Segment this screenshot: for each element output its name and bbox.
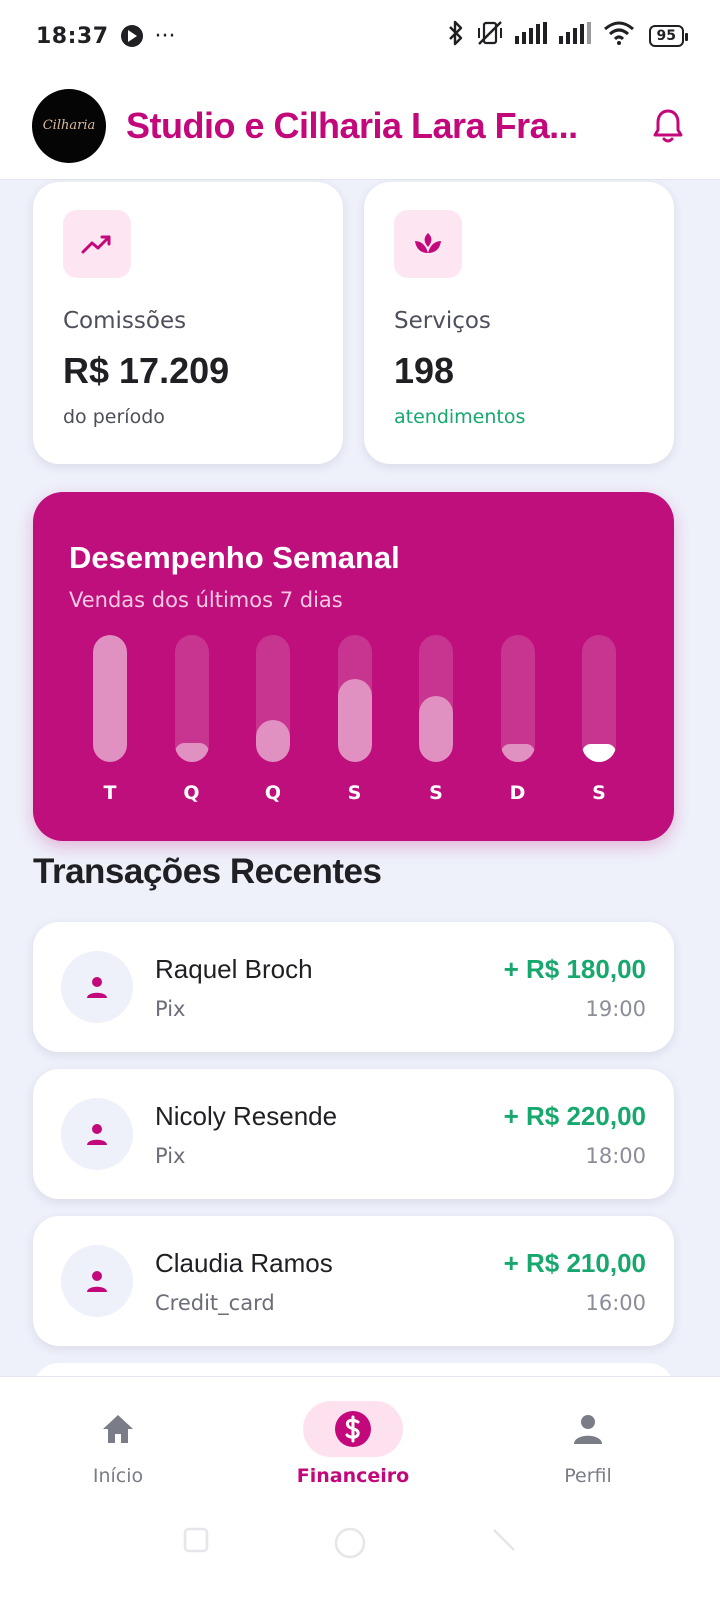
chart-day-label: T xyxy=(103,782,117,804)
chart-subtitle: Vendas dos últimos 7 dias xyxy=(69,588,343,612)
transaction-amount: + R$ 180,00 xyxy=(503,953,646,984)
person-icon xyxy=(61,951,133,1023)
status-time: 18:37 xyxy=(36,23,109,49)
chart-bar-fill xyxy=(174,743,209,762)
business-logo[interactable]: Cilharia xyxy=(32,88,106,163)
spa-icon xyxy=(394,210,462,278)
transaction-amount: + R$ 210,00 xyxy=(503,1247,646,1278)
transaction-client-name: Nicoly Resende xyxy=(155,1100,338,1131)
nav-item-financeiro[interactable]: Financeiro xyxy=(273,1401,433,1501)
chart-bar-2: Q xyxy=(256,635,290,825)
nav-label: Financeiro xyxy=(296,1465,410,1487)
transaction-amount: + R$ 220,00 xyxy=(503,1100,646,1131)
chart-day-label: S xyxy=(429,782,443,804)
transaction-time: 18:00 xyxy=(585,1143,646,1168)
back-icon[interactable] xyxy=(490,1526,518,1554)
transaction-payment-method: Pix xyxy=(155,996,186,1021)
chart-bars: TQQSSDS xyxy=(93,635,653,825)
stat-subtext: do período xyxy=(63,406,165,428)
commissions-card[interactable]: Comissões R$ 17.209 do período xyxy=(33,182,343,464)
vibrate-off-icon xyxy=(475,20,505,52)
nav-label: Perfil xyxy=(564,1465,612,1487)
weekly-performance-chart: Desempenho Semanal Vendas dos últimos 7 … xyxy=(33,492,674,841)
chart-bar-track xyxy=(582,635,616,762)
chart-bar-fill xyxy=(582,744,616,762)
stat-label: Comissões xyxy=(63,308,187,334)
chart-day-label: S xyxy=(347,782,362,804)
services-card[interactable]: Serviços 198 atendimentos xyxy=(364,182,674,464)
chart-bar-4: S xyxy=(419,635,453,825)
media-playing-icon xyxy=(120,25,143,47)
chart-bar-track xyxy=(174,635,209,762)
chart-bar-6: S xyxy=(582,635,616,825)
dollar-icon xyxy=(303,1401,403,1457)
person-icon xyxy=(61,1245,133,1317)
recent-transactions-title: Transações Recentes xyxy=(33,852,382,891)
signal-icon xyxy=(514,22,549,50)
recents-icon[interactable] xyxy=(182,1526,210,1554)
more-notifications-icon: ··· xyxy=(154,23,176,49)
app-header: Cilharia Studio e Cilharia Lara Fra... xyxy=(0,72,720,180)
nav-item-perfil[interactable]: Perfil xyxy=(508,1401,668,1501)
nav-item-inicio[interactable]: Início xyxy=(38,1401,198,1501)
transaction-row[interactable]: Claudia Ramos Credit_card + R$ 210,00 16… xyxy=(33,1216,674,1346)
chart-bar-fill xyxy=(419,696,453,762)
chart-bar-0: T xyxy=(93,635,127,825)
chart-bar-1: Q xyxy=(174,635,209,825)
stat-value: 198 xyxy=(394,350,455,391)
home-button-icon[interactable] xyxy=(333,1526,367,1560)
transaction-row[interactable]: Nicoly Resende Pix + R$ 220,00 18:00 xyxy=(33,1069,674,1199)
nav-label: Início xyxy=(92,1465,144,1487)
transaction-payment-method: Pix xyxy=(155,1143,186,1168)
person-icon xyxy=(61,1098,133,1170)
chart-bar-3: S xyxy=(337,635,372,825)
chart-day-label: S xyxy=(592,782,606,804)
transaction-time: 19:00 xyxy=(585,996,646,1021)
chart-bar-fill xyxy=(93,635,127,762)
transaction-client-name: Raquel Broch xyxy=(155,953,313,984)
notifications-button[interactable] xyxy=(648,106,688,146)
bell-icon xyxy=(653,109,683,142)
bluetooth-icon xyxy=(447,20,465,52)
chart-day-label: Q xyxy=(183,782,200,804)
chart-bar-fill xyxy=(256,720,290,762)
status-bar: 18:37 ··· 95 xyxy=(0,0,720,72)
chart-bar-fill xyxy=(500,744,535,762)
chart-bar-track xyxy=(337,635,372,762)
logo-text: Cilharia xyxy=(42,118,96,133)
home-icon xyxy=(68,1401,168,1457)
page-title: Studio e Cilharia Lara Fra... xyxy=(126,104,578,146)
battery-indicator: 95 xyxy=(648,25,689,47)
chart-title: Desempenho Semanal xyxy=(69,540,400,575)
stat-value: R$ 17.209 xyxy=(63,350,230,391)
transaction-time: 16:00 xyxy=(585,1290,646,1315)
chart-bar-track xyxy=(256,635,290,762)
system-navigation-bar xyxy=(0,1512,720,1572)
transaction-row[interactable]: Raquel Broch Pix + R$ 180,00 19:00 xyxy=(33,922,674,1052)
transaction-payment-method: Credit_card xyxy=(155,1290,275,1315)
person-icon xyxy=(538,1401,638,1457)
signal-icon-2 xyxy=(558,22,593,50)
chart-bar-fill xyxy=(337,679,372,762)
transaction-client-name: Claudia Ramos xyxy=(155,1247,333,1278)
chart-day-label: Q xyxy=(264,782,282,804)
stat-subtext: atendimentos xyxy=(394,406,526,428)
chart-day-label: D xyxy=(509,782,526,804)
chart-bar-track xyxy=(93,635,127,762)
chart-bar-track xyxy=(500,635,535,762)
trending-up-icon xyxy=(63,210,131,278)
chart-bar-track xyxy=(419,635,453,762)
stat-label: Serviços xyxy=(394,308,491,334)
chart-bar-5: D xyxy=(500,635,535,825)
wifi-icon xyxy=(603,21,635,51)
